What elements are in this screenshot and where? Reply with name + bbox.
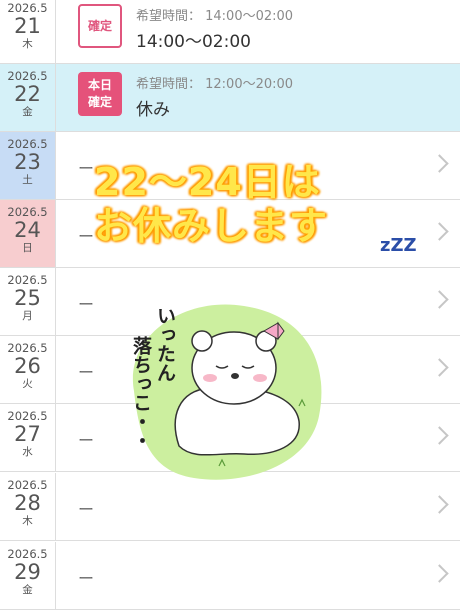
- bear-cheek: [203, 374, 217, 382]
- overlay-text-line1: 22〜24日は: [94, 160, 321, 204]
- schedule-row-29[interactable]: 2026.5 29 金 ー: [0, 542, 460, 610]
- today-confirmed-badge: 本日 確定: [78, 72, 122, 116]
- date-weekday: 水: [22, 446, 33, 458]
- no-shift-dash: ー: [78, 363, 95, 382]
- sticker-caption-col1: いったん: [154, 306, 176, 382]
- date-cell: 2026.5 22 金: [0, 64, 56, 131]
- date-cell: 2026.5 29 金: [0, 542, 56, 609]
- requested-time-label: 希望時間： 14:00〜02:00: [136, 9, 294, 24]
- date-day: 22: [14, 82, 41, 106]
- date-weekday: 金: [22, 584, 33, 596]
- badge-line: 確定: [87, 18, 112, 33]
- date-weekday: 火: [22, 378, 33, 390]
- date-weekday: 土: [22, 174, 33, 186]
- no-shift-dash: ー: [78, 569, 95, 588]
- date-weekday: 金: [22, 106, 33, 118]
- chevron-right-icon: [430, 154, 449, 173]
- bear-ear: [191, 330, 213, 352]
- confirmed-badge: 確定: [78, 4, 122, 48]
- chevron-right-icon: [430, 564, 449, 583]
- date-day: 26: [14, 354, 41, 378]
- requested-time-label: 希望時間： 12:00〜20:00: [136, 77, 294, 92]
- date-weekday: 月: [22, 310, 33, 322]
- no-shift-dash: ー: [78, 227, 95, 246]
- date-weekday: 木: [22, 515, 33, 527]
- date-day: 21: [14, 14, 41, 38]
- chevron-right-icon: [430, 290, 449, 309]
- shift-time-value: 休み: [136, 100, 170, 120]
- date-cell: 2026.5 25 月: [0, 268, 56, 335]
- bear-cheek: [253, 374, 267, 382]
- no-shift-dash: ー: [78, 431, 95, 450]
- schedule-row-21[interactable]: 2026.5 21 木 確定 希望時間： 14:00〜02:00 14:00〜0…: [0, 0, 460, 64]
- bear-nose: [231, 373, 239, 379]
- badge-line: 確定: [87, 95, 112, 109]
- date-cell: 2026.5 26 火: [0, 336, 56, 403]
- no-shift-dash: ー: [78, 159, 95, 178]
- overlay-text-line2: お休みします: [94, 204, 329, 248]
- no-shift-dash: ー: [78, 500, 95, 519]
- date-day: 23: [14, 150, 41, 174]
- chevron-right-icon: [430, 426, 449, 445]
- date-cell: 2026.5 24 日: [0, 200, 56, 267]
- date-day: 28: [14, 491, 41, 515]
- date-cell: 2026.5 23 土: [0, 132, 56, 199]
- schedule-row-22[interactable]: 2026.5 22 金 本日 確定 希望時間： 12:00〜20:00 休み: [0, 64, 460, 132]
- zzz-sleep-icon: zZZ: [380, 235, 417, 255]
- chevron-right-icon: [430, 495, 449, 514]
- no-shift-dash: ー: [78, 295, 95, 314]
- date-weekday: 日: [22, 242, 33, 254]
- chevron-right-icon: [430, 358, 449, 377]
- date-weekday: 木: [22, 38, 33, 50]
- date-day: 27: [14, 422, 41, 446]
- sticker-caption-col2: 落ちっこ・・: [130, 336, 152, 450]
- shift-time-value: 14:00〜02:00: [136, 32, 251, 52]
- date-day: 25: [14, 286, 41, 310]
- date-cell: 2026.5 21 木: [0, 0, 56, 63]
- date-cell: 2026.5 27 水: [0, 404, 56, 471]
- date-cell: 2026.5 28 木: [0, 473, 56, 540]
- date-day: 29: [14, 560, 41, 584]
- badge-line: 本日: [87, 78, 112, 92]
- date-day: 24: [14, 218, 41, 242]
- zzz-label: zZZ: [380, 235, 417, 255]
